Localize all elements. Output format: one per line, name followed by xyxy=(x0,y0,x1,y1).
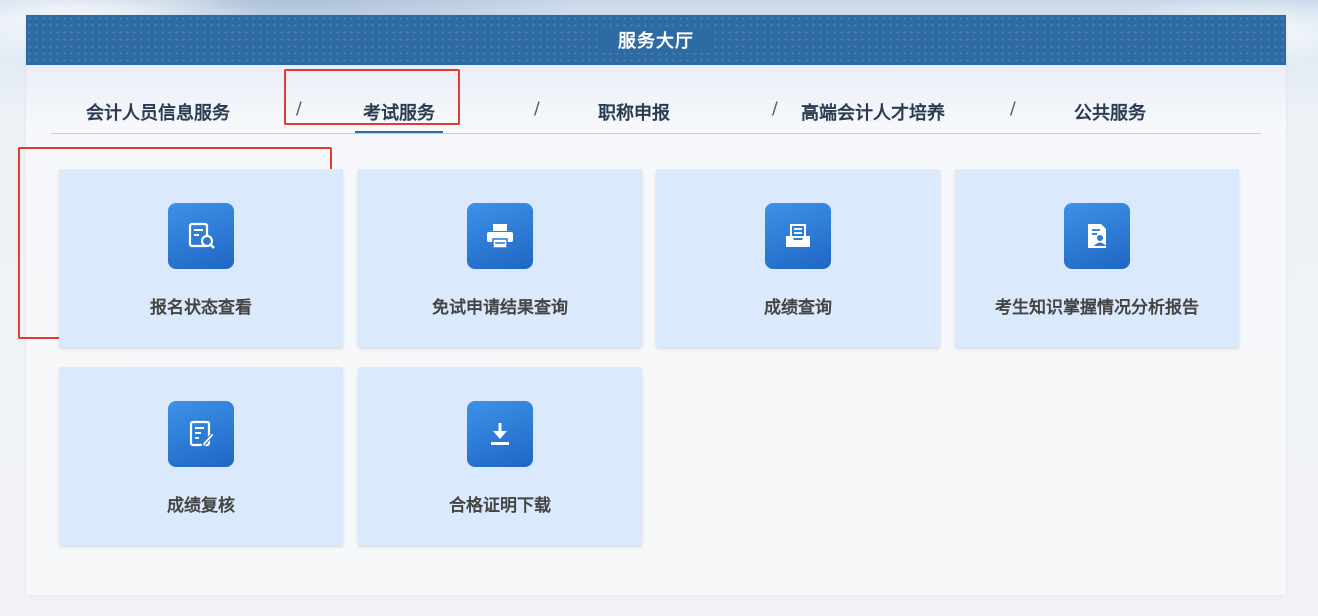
tab-separator: / xyxy=(296,99,302,119)
card-label: 报名状态查看 xyxy=(150,298,252,318)
tab-separator: / xyxy=(1010,99,1016,119)
download-icon xyxy=(467,401,533,467)
tab-accountant-info[interactable]: 会计人员信息服务 xyxy=(78,99,238,125)
inbox-tray-icon xyxy=(765,203,831,269)
profile-report-icon xyxy=(1064,203,1130,269)
panel-header: 服务大厅 xyxy=(26,15,1286,65)
card-exemption-result[interactable]: 免试申请结果查询 xyxy=(358,169,642,347)
card-label: 成绩复核 xyxy=(167,496,235,516)
page-title: 服务大厅 xyxy=(602,27,710,53)
tab-bar: 会计人员信息服务 / 考试服务 / 职称申报 / 高端会计人才培养 / 公共服务 xyxy=(51,65,1261,134)
card-label: 成绩查询 xyxy=(764,298,832,318)
card-label: 考生知识掌握情况分析报告 xyxy=(995,298,1199,318)
tab-exam-service[interactable]: 考试服务 xyxy=(355,99,443,133)
tab-separator: / xyxy=(772,99,778,119)
card-score-query[interactable]: 成绩查询 xyxy=(656,169,940,347)
tab-title-application[interactable]: 职称申报 xyxy=(593,99,675,125)
tab-senior-talent[interactable]: 高端会计人才培养 xyxy=(795,99,951,125)
card-label: 免试申请结果查询 xyxy=(432,298,568,318)
card-score-review[interactable]: 成绩复核 xyxy=(59,367,343,545)
printer-icon xyxy=(467,203,533,269)
card-registration-status[interactable]: 报名状态查看 xyxy=(59,169,343,347)
edit-document-icon xyxy=(168,401,234,467)
tab-public-service[interactable]: 公共服务 xyxy=(1069,99,1151,125)
card-label: 合格证明下载 xyxy=(449,496,551,516)
tab-separator: / xyxy=(534,99,540,119)
card-knowledge-report[interactable]: 考生知识掌握情况分析报告 xyxy=(955,169,1239,347)
card-certificate-download[interactable]: 合格证明下载 xyxy=(358,367,642,545)
search-document-icon xyxy=(168,203,234,269)
